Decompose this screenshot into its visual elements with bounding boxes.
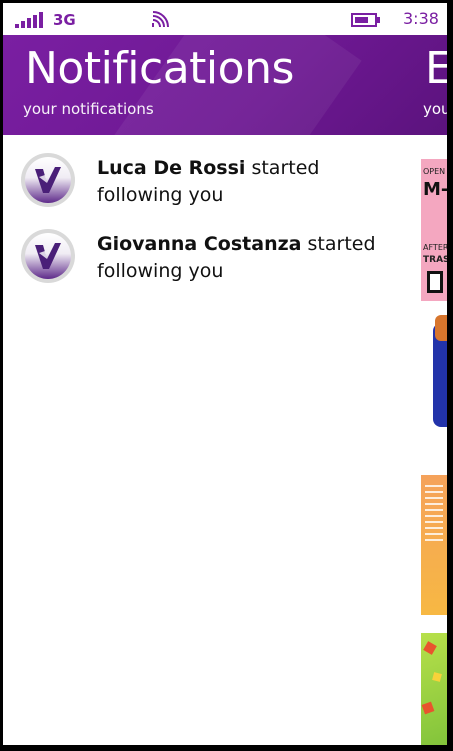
event-tile[interactable] [421, 475, 447, 615]
user-name[interactable]: Luca De Rossi [97, 157, 245, 179]
tile-text: OPEN [423, 167, 446, 176]
tile-graphic [435, 315, 447, 341]
app-logo-icon [35, 243, 61, 269]
notification-text: Luca De Rossi started following you [97, 155, 407, 209]
user-name[interactable]: Giovanna Costanza [97, 233, 301, 255]
event-tile[interactable]: OPEN M- AFTERSH TRAS [421, 159, 447, 301]
tile-graphic [421, 701, 435, 715]
avatar[interactable] [21, 229, 75, 283]
panorama-header: Notifications your notifications E you [3, 35, 447, 135]
signal-bars-icon [15, 12, 43, 28]
phone-screen: 3G 3:38 Notifications your notifications… [3, 3, 447, 745]
tile-graphic [427, 271, 443, 293]
network-type: 3G [53, 11, 76, 29]
tile-text: TRAS [423, 255, 447, 265]
clock: 3:38 [403, 9, 439, 28]
tile-graphic [432, 672, 442, 682]
notification-item[interactable]: Luca De Rossi started following you [3, 145, 413, 215]
page-title: Notifications [25, 43, 294, 94]
next-section-peek[interactable]: OPEN M- AFTERSH TRAS [421, 153, 447, 745]
tile-text: M- [423, 179, 447, 200]
event-tile[interactable] [421, 633, 447, 745]
page-subtitle: your notifications [23, 100, 154, 118]
tile-text: AFTERSH [423, 243, 447, 252]
wifi-icon [152, 11, 169, 28]
status-bar: 3G 3:38 [3, 3, 447, 35]
tile-graphic [423, 641, 437, 655]
tile-graphic [425, 485, 443, 545]
next-section-title-peek[interactable]: E [425, 43, 447, 95]
avatar[interactable] [21, 153, 75, 207]
notification-text: Giovanna Costanza started following you [97, 231, 407, 285]
battery-icon [351, 13, 380, 27]
notification-item[interactable]: Giovanna Costanza started following you [3, 221, 413, 291]
event-tile[interactable] [421, 315, 447, 433]
app-logo-icon [35, 167, 61, 193]
next-section-subtitle-peek: you [423, 100, 447, 118]
